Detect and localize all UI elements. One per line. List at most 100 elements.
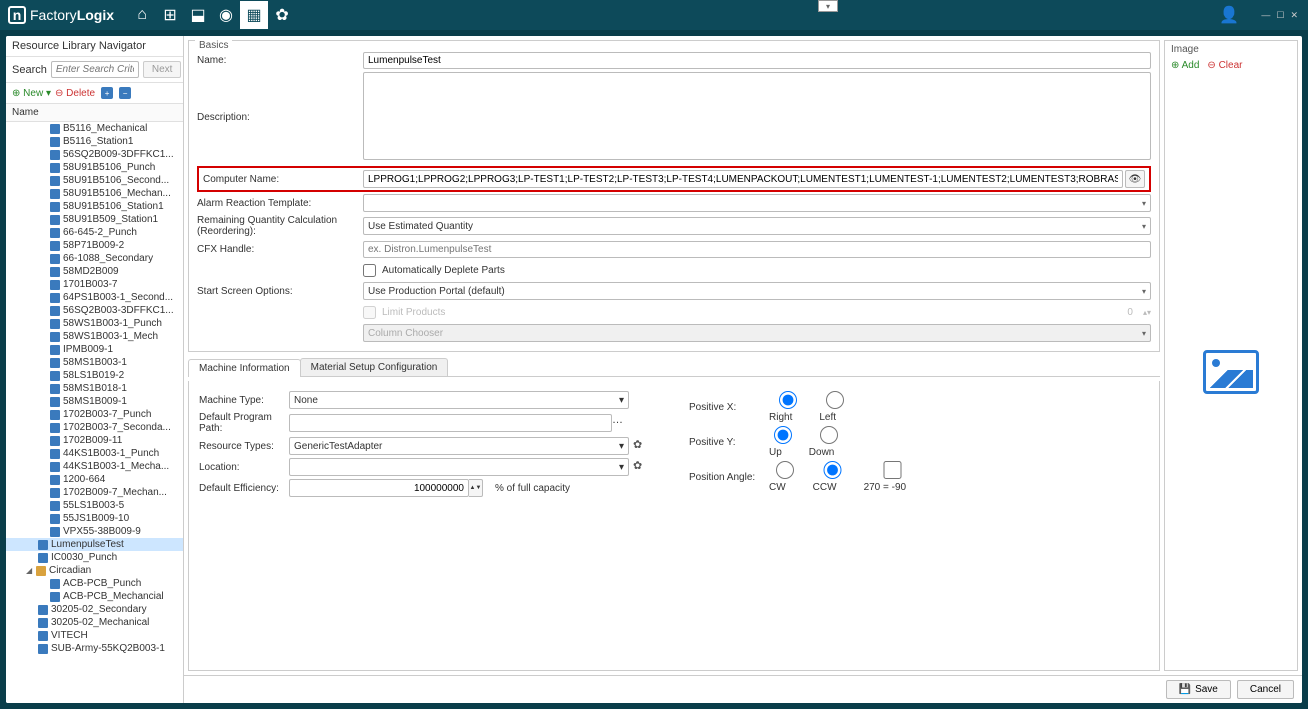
tree-item[interactable]: 56SQ2B003-3DFFKC1... (6, 304, 183, 317)
user-icon[interactable]: 👤 (1215, 1, 1243, 29)
positive-y-down-radio[interactable] (809, 426, 850, 444)
program-path-browse-button[interactable]: … (612, 414, 629, 432)
tree-item[interactable]: 66-645-2_Punch (6, 226, 183, 239)
tree-item[interactable]: 58U91B5106_Station1 (6, 200, 183, 213)
tree-item[interactable]: ACB-PCB_Punch (6, 577, 183, 590)
resource-types-gear-icon[interactable]: ✿ (633, 438, 649, 454)
tree-item[interactable]: 55JS1B009-10 (6, 512, 183, 525)
computer-name-browse-icon[interactable]: 👁 (1125, 170, 1145, 188)
tree-item[interactable]: 58MS1B009-1 (6, 395, 183, 408)
cfx-input[interactable] (363, 241, 1151, 258)
tree-item[interactable]: 58WS1B003-1_Mech (6, 330, 183, 343)
delete-button[interactable]: ⊖ Delete (55, 88, 95, 99)
positive-x-label: Positive X: (689, 402, 769, 413)
search-next-button[interactable]: Next (143, 61, 182, 78)
tree-item[interactable]: 1702B003-7_Seconda... (6, 421, 183, 434)
tree-item[interactable]: B5116_Station1 (6, 135, 183, 148)
tree-item[interactable]: 1702B003-7_Punch (6, 408, 183, 421)
tree-item[interactable]: B5116_Mechanical (6, 122, 183, 135)
tab-material-setup[interactable]: Material Setup Configuration (300, 358, 449, 376)
cancel-button[interactable]: Cancel (1237, 680, 1294, 699)
tree-item[interactable]: 58MD2B009 (6, 265, 183, 278)
tree-item[interactable]: 56SQ2B009-3DFFKC1... (6, 148, 183, 161)
location-combo[interactable]: ▾ (289, 458, 629, 476)
positive-y-up-radio[interactable] (769, 426, 797, 444)
image-clear-button[interactable]: ⊖ Clear (1207, 60, 1242, 71)
tree-item[interactable]: 30205-02_Secondary (6, 603, 183, 616)
maximize-button[interactable]: ☐ (1274, 8, 1286, 23)
tree-item[interactable]: 1200-664 (6, 473, 183, 486)
positive-x-left-radio[interactable] (819, 391, 851, 409)
module-icon[interactable]: ▦ (240, 1, 268, 29)
tree-item[interactable]: 58U91B5106_Punch (6, 161, 183, 174)
basics-legend: Basics (195, 40, 232, 51)
angle-270-checkbox[interactable] (864, 461, 922, 479)
start-screen-label: Start Screen Options: (197, 286, 363, 297)
tree-item[interactable]: 58U91B5106_Mechan... (6, 187, 183, 200)
sidebar: Resource Library Navigator Search Next ⊕… (6, 36, 184, 703)
tree-item[interactable]: 58LS1B019-2 (6, 369, 183, 382)
tree-item[interactable]: SUB-Army-55KQ2B003-1 (6, 642, 183, 655)
start-screen-combo[interactable]: Use Production Portal (default)▾ (363, 282, 1151, 300)
brand-a: Factory (30, 7, 77, 23)
package-icon[interactable]: ⬓ (184, 1, 212, 29)
rqc-combo[interactable]: Use Estimated Quantity▾ (363, 217, 1151, 235)
close-button[interactable]: ✕ (1288, 8, 1300, 23)
name-input[interactable] (363, 52, 1151, 69)
tree-item[interactable]: 1702B009-7_Mechan... (6, 486, 183, 499)
tree-item[interactable]: 58MS1B018-1 (6, 382, 183, 395)
positive-x-right-radio[interactable] (769, 391, 807, 409)
minimize-button[interactable]: — (1259, 8, 1272, 23)
computer-name-input[interactable] (363, 170, 1123, 188)
angle-ccw-radio[interactable] (813, 461, 852, 479)
tree-item[interactable]: 30205-02_Mechanical (6, 616, 183, 629)
location-gear-icon[interactable]: ✿ (633, 459, 649, 475)
tree-item[interactable]: ACB-PCB_Mechancial (6, 590, 183, 603)
logo-icon: n (8, 6, 26, 24)
column-chooser-combo[interactable]: Column Chooser▾ (363, 324, 1151, 342)
tree-item[interactable]: 44KS1B003-1_Mecha... (6, 460, 183, 473)
search-input[interactable] (51, 61, 139, 78)
expand-icon[interactable]: + (101, 87, 113, 99)
auto-deplete-checkbox[interactable] (363, 264, 376, 277)
gear-icon[interactable]: ✿ (268, 1, 296, 29)
efficiency-spinner[interactable]: ▲▼ (469, 479, 483, 497)
tab-machine-info[interactable]: Machine Information (188, 359, 301, 377)
tree-item[interactable]: VPX55-38B009-9 (6, 525, 183, 538)
tree-item[interactable]: 1702B009-11 (6, 434, 183, 447)
machine-type-combo[interactable]: None▾ (289, 391, 629, 409)
new-button[interactable]: ⊕ New ▾ (12, 88, 51, 99)
tree-item[interactable]: LumenpulseTest (6, 538, 183, 551)
tree-item[interactable]: ◢Circadian (6, 564, 183, 577)
tree-item[interactable]: 58U91B5106_Second... (6, 174, 183, 187)
tree-item[interactable]: IC0030_Punch (6, 551, 183, 564)
tree-item[interactable]: 44KS1B003-1_Punch (6, 447, 183, 460)
tree-item[interactable]: 1701B003-7 (6, 278, 183, 291)
top-page-dropdown[interactable]: ▾ (818, 0, 838, 12)
tree-item[interactable]: 66-1088_Secondary (6, 252, 183, 265)
description-input[interactable] (363, 72, 1151, 160)
tree-column-header[interactable]: Name (6, 104, 183, 122)
grid-icon[interactable]: ⊞ (156, 1, 184, 29)
home-icon[interactable]: ⌂ (128, 1, 156, 29)
angle-cw-radio[interactable] (769, 461, 801, 479)
tree-item[interactable]: 58U91B509_Station1 (6, 213, 183, 226)
tree-item[interactable]: IPMB009-1 (6, 343, 183, 356)
tree-item[interactable]: 58WS1B003-1_Punch (6, 317, 183, 330)
resource-tree[interactable]: B5116_MechanicalB5116_Station156SQ2B009-… (6, 122, 183, 703)
alarm-template-label: Alarm Reaction Template: (197, 198, 363, 209)
tree-item[interactable]: 64PS1B003-1_Second... (6, 291, 183, 304)
alarm-template-combo[interactable]: ▾ (363, 194, 1151, 212)
image-add-button[interactable]: ⊕ Add (1171, 60, 1199, 71)
collapse-icon[interactable]: − (119, 87, 131, 99)
tree-item[interactable]: 58MS1B003-1 (6, 356, 183, 369)
save-button[interactable]: 💾 Save (1166, 680, 1231, 699)
resource-types-combo[interactable]: GenericTestAdapter▾ (289, 437, 629, 455)
default-efficiency-input[interactable] (289, 479, 469, 497)
globe-icon[interactable]: ◉ (212, 1, 240, 29)
tree-item[interactable]: VITECH (6, 629, 183, 642)
default-program-path-input[interactable] (289, 414, 612, 432)
position-angle-label: Position Angle: (689, 472, 769, 483)
tree-item[interactable]: 58P71B009-2 (6, 239, 183, 252)
tree-item[interactable]: 55LS1B003-5 (6, 499, 183, 512)
